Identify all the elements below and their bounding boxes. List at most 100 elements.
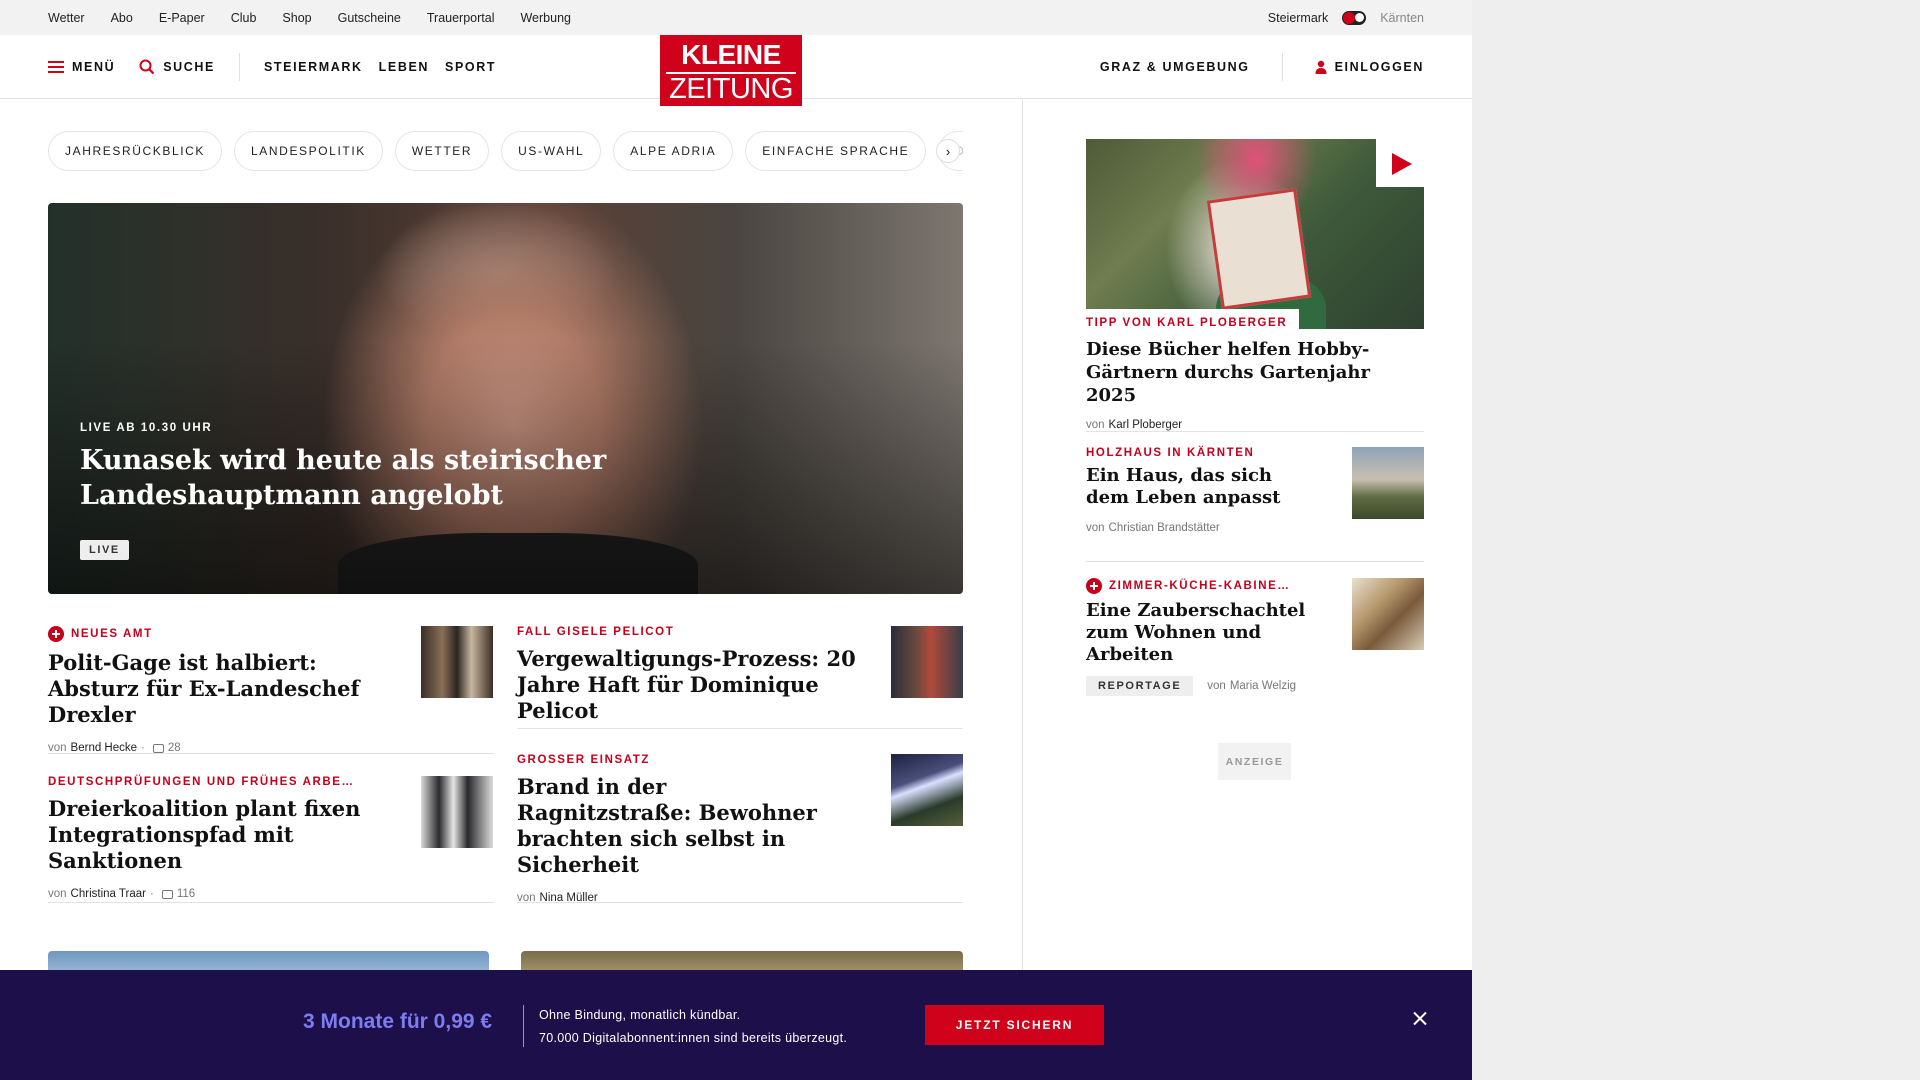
subscribe-button[interactable]: JETZT SICHERN xyxy=(925,1005,1104,1045)
kicker-text: NEUES AMT xyxy=(71,628,153,640)
hero-headline[interactable]: Kunasek wird heute als steirischer Lande… xyxy=(80,443,640,513)
utility-link-shop[interactable]: Shop xyxy=(282,11,311,25)
author-link[interactable]: Maria Welzig xyxy=(1230,680,1296,692)
utility-link-club[interactable]: Club xyxy=(231,11,257,25)
reportage-badge: REPORTAGE xyxy=(1086,676,1194,696)
region-steiermark[interactable]: Steiermark xyxy=(1268,11,1328,25)
article-headline[interactable]: Dreierkoalition plant fixen Integrations… xyxy=(48,796,408,874)
comment-icon xyxy=(152,743,164,753)
utility-link-abo[interactable]: Abo xyxy=(111,11,133,25)
sidebar-feature-image[interactable]: TIPP VON KARL PLOBERGER xyxy=(1086,139,1424,329)
region-switch: Steiermark Kärnten xyxy=(1268,0,1424,35)
topic-chips: JAHRESRÜCKBLICK LANDESPOLITIK WETTER US-… xyxy=(48,131,963,171)
promo-line-1: Ohne Bindung, monatlich kündbar. xyxy=(539,1008,741,1022)
author-link[interactable]: Christina Traar xyxy=(71,888,146,900)
hero-article[interactable]: LIVE AB 10.30 UHR Kunasek wird heute als… xyxy=(48,203,963,594)
kicker-text: DEUTSCHPRÜFUNGEN UND FRÜHES ARBE… xyxy=(48,776,355,788)
article-meta: von Christian Brandstätter xyxy=(1086,522,1424,534)
live-badge: LIVE xyxy=(80,540,129,560)
chip-wetter[interactable]: WETTER xyxy=(394,131,490,171)
article-headline[interactable]: Vergewaltigungs-Prozess: 20 Jahre Haft f… xyxy=(517,646,887,724)
chevron-right-icon: › xyxy=(945,143,951,159)
promo-text: Ohne Bindung, monatlich kündbar. 70.000 … xyxy=(539,1004,847,1050)
byline-prefix: von xyxy=(48,888,67,900)
utility-link-trauerportal[interactable]: Trauerportal xyxy=(427,11,495,25)
sidebar-divider xyxy=(1086,561,1424,562)
article-thumbnail[interactable] xyxy=(891,754,963,826)
article-thumbnail[interactable] xyxy=(891,626,963,698)
logo-line-1: KLEINE xyxy=(681,39,781,70)
utility-link-gutscheine[interactable]: Gutscheine xyxy=(338,11,401,25)
header-right-divider xyxy=(1281,53,1283,81)
plus-icon xyxy=(48,626,64,642)
image-book xyxy=(1206,188,1312,310)
article-headline[interactable]: Ein Haus, das sich dem Leben anpasst xyxy=(1086,465,1286,509)
article-headline[interactable]: Brand in der Ragnitzstraße: Bewohner bra… xyxy=(517,774,837,878)
play-icon xyxy=(1392,153,1412,175)
byline-prefix: von xyxy=(1086,522,1105,534)
article-thumbnail[interactable] xyxy=(1352,447,1424,519)
chip-alpe-adria[interactable]: ALPE ADRIA xyxy=(613,131,734,171)
search-icon xyxy=(139,59,155,75)
page: Wetter Abo E-Paper Club Shop Gutscheine … xyxy=(0,0,1472,1080)
article-divider xyxy=(517,728,963,729)
utility-bar: Wetter Abo E-Paper Club Shop Gutscheine … xyxy=(0,0,1472,35)
utility-link-epaper[interactable]: E-Paper xyxy=(159,11,205,25)
chip-landespolitik[interactable]: LANDESPOLITIK xyxy=(234,131,383,171)
article-thumbnail[interactable] xyxy=(1352,578,1424,650)
close-icon[interactable] xyxy=(1410,1009,1430,1029)
promo-divider xyxy=(523,1005,524,1047)
login-label: EINLOGGEN xyxy=(1334,60,1424,74)
article-card[interactable]: DEUTSCHPRÜFUNGEN UND FRÜHES ARBE… Dreier… xyxy=(48,776,494,900)
sidebar-feature[interactable]: Diese Bücher helfen Hobby-Gärtnern durch… xyxy=(1086,333,1424,431)
promo-line-2: 70.000 Digitalabonnent:innen sind bereit… xyxy=(539,1031,848,1045)
chip-us-wahl[interactable]: US-WAHL xyxy=(501,131,602,171)
article-divider xyxy=(517,902,963,903)
article-meta: REPORTAGE von Maria Welzig xyxy=(1086,676,1424,696)
article-thumbnail[interactable] xyxy=(421,776,493,848)
sidebar-article[interactable]: ZIMMER-KÜCHE-KABINE… Eine Zauberschachte… xyxy=(1086,578,1424,696)
chip-jahresrueckblick[interactable]: JAHRESRÜCKBLICK xyxy=(48,131,223,171)
nav-leben[interactable]: LEBEN xyxy=(379,60,429,74)
chips-next-button[interactable]: › xyxy=(936,139,960,163)
article-card[interactable]: FALL GISELE PELICOT Vergewaltigungs-Proz… xyxy=(517,626,963,724)
sidebar-divider xyxy=(1086,431,1424,432)
search-button[interactable]: SUCHE xyxy=(139,59,215,75)
region-toggle[interactable] xyxy=(1342,10,1367,25)
byline-prefix: von xyxy=(1207,680,1226,692)
article-headline[interactable]: Polit-Gage ist halbiert: Absturz für Ex-… xyxy=(48,650,388,728)
login-button[interactable]: EINLOGGEN xyxy=(1315,60,1424,74)
article-card[interactable]: NEUES AMT Polit-Gage ist halbiert: Abstu… xyxy=(48,626,494,754)
utility-links: Wetter Abo E-Paper Club Shop Gutscheine … xyxy=(48,0,571,35)
hero-image-shade xyxy=(48,203,963,594)
comment-icon xyxy=(161,889,173,899)
article-card[interactable]: GROSSER EINSATZ Brand in der Ragnitzstra… xyxy=(517,754,963,904)
sidebar-feature-kicker: TIPP VON KARL PLOBERGER xyxy=(1086,309,1300,329)
kicker-text: GROSSER EINSATZ xyxy=(517,754,651,766)
nav-sport[interactable]: SPORT xyxy=(445,60,496,74)
comment-count[interactable]: 116 xyxy=(177,888,195,900)
kicker-text: HOLZHAUS IN KÄRNTEN xyxy=(1086,447,1255,459)
sidebar-feature-headline[interactable]: Diese Bücher helfen Hobby-Gärtnern durch… xyxy=(1086,338,1424,407)
logo-line-2: ZEITUNG xyxy=(666,72,796,104)
menu-button[interactable]: MENÜ xyxy=(48,60,115,74)
kicker-text: ZIMMER-KÜCHE-KABINE… xyxy=(1109,580,1291,592)
author-link[interactable]: Christian Brandstätter xyxy=(1109,522,1220,534)
utility-link-werbung[interactable]: Werbung xyxy=(520,11,571,25)
article-headline[interactable]: Eine Zauberschachtel zum Wohnen und Arbe… xyxy=(1086,600,1336,666)
search-label: SUCHE xyxy=(163,60,215,74)
kleine-zeitung-logo[interactable]: KLEINE ZEITUNG xyxy=(660,35,802,106)
chip-einfache-sprache[interactable]: EINFACHE SPRACHE xyxy=(745,131,927,171)
author-link[interactable]: Karl Ploberger xyxy=(1109,419,1183,431)
article-thumbnail[interactable] xyxy=(421,626,493,698)
nav-divider xyxy=(238,53,240,81)
sidebar-article[interactable]: HOLZHAUS IN KÄRNTEN Ein Haus, das sich d… xyxy=(1086,447,1424,534)
nav-steiermark[interactable]: STEIERMARK xyxy=(264,60,363,74)
utility-link-wetter[interactable]: Wetter xyxy=(48,11,85,25)
article-meta: von Christina Traar · 116 xyxy=(48,888,494,900)
article-meta: von Karl Ploberger xyxy=(1086,419,1424,431)
ad-label: ANZEIGE xyxy=(1218,743,1291,780)
region-kaernten[interactable]: Kärnten xyxy=(1380,11,1424,25)
column-divider xyxy=(1022,99,1023,1080)
local-edition-link[interactable]: GRAZ & UMGEBUNG xyxy=(1100,60,1250,74)
